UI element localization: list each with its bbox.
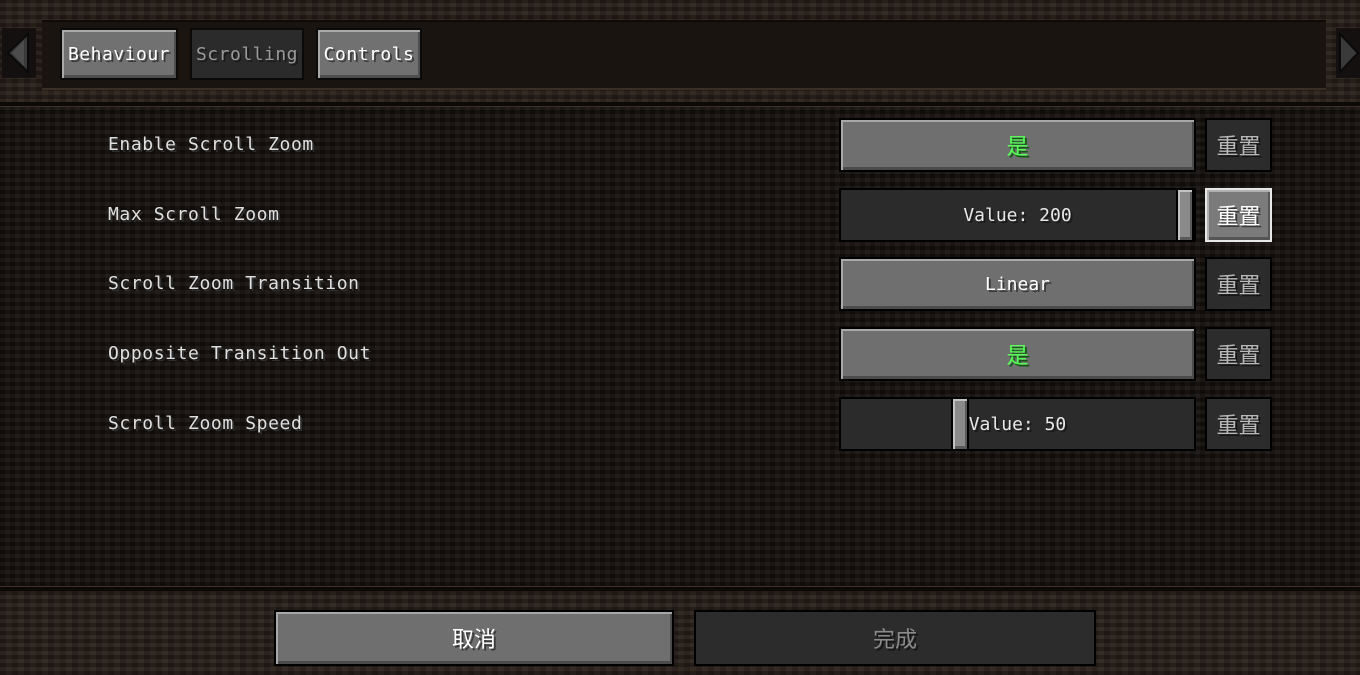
scroll-zoom-speed-slider[interactable]: Value: 50 bbox=[839, 397, 1196, 451]
reset-button[interactable]: 重置 bbox=[1205, 257, 1272, 311]
setting-label: Scroll Zoom Transition bbox=[108, 273, 360, 294]
setting-row-scroll-zoom-transition: Scroll Zoom Transition Linear 重置 bbox=[0, 257, 1360, 311]
tab-header: Behaviour Scrolling Controls bbox=[0, 0, 1360, 104]
setting-row-opposite-transition-out: Opposite Transition Out 是 重置 bbox=[0, 327, 1360, 381]
setting-label: Scroll Zoom Speed bbox=[108, 413, 303, 434]
max-scroll-zoom-slider[interactable]: Value: 200 bbox=[839, 188, 1196, 242]
tab-behaviour[interactable]: Behaviour bbox=[60, 28, 178, 80]
settings-list[interactable]: Enable Scroll Zoom 是 重置 Max Scroll Zoom … bbox=[0, 107, 1360, 586]
arrow-left-icon[interactable] bbox=[2, 28, 36, 78]
reset-button[interactable]: 重置 bbox=[1205, 118, 1272, 172]
tab-controls[interactable]: Controls bbox=[316, 28, 422, 80]
opposite-transition-out-toggle[interactable]: 是 bbox=[839, 327, 1196, 381]
slider-value: Value: 50 bbox=[968, 413, 1067, 435]
tab-scrolling[interactable]: Scrolling bbox=[190, 28, 304, 80]
setting-label: Enable Scroll Zoom bbox=[108, 134, 314, 155]
reset-button[interactable]: 重置 bbox=[1205, 188, 1272, 242]
reset-button[interactable]: 重置 bbox=[1205, 397, 1272, 451]
reset-button[interactable]: 重置 bbox=[1205, 327, 1272, 381]
enable-scroll-zoom-toggle[interactable]: 是 bbox=[839, 118, 1196, 172]
arrow-right-icon[interactable] bbox=[1336, 28, 1360, 78]
scroll-zoom-transition-button[interactable]: Linear bbox=[839, 257, 1196, 311]
done-button[interactable]: 完成 bbox=[694, 610, 1096, 666]
slider-handle[interactable] bbox=[951, 397, 969, 451]
config-screen: Behaviour Scrolling Controls Enable Scro… bbox=[0, 0, 1360, 675]
footer-divider bbox=[0, 586, 1360, 591]
slider-handle[interactable] bbox=[1176, 188, 1194, 242]
setting-label: Max Scroll Zoom bbox=[108, 204, 280, 225]
slider-value: Value: 200 bbox=[963, 204, 1072, 226]
setting-row-max-scroll-zoom: Max Scroll Zoom Value: 200 重置 bbox=[0, 188, 1360, 242]
cancel-button[interactable]: 取消 bbox=[274, 610, 674, 666]
setting-label: Opposite Transition Out bbox=[108, 343, 372, 364]
setting-row-scroll-zoom-speed: Scroll Zoom Speed Value: 50 重置 bbox=[0, 397, 1360, 451]
setting-row-enable-scroll-zoom: Enable Scroll Zoom 是 重置 bbox=[0, 118, 1360, 172]
